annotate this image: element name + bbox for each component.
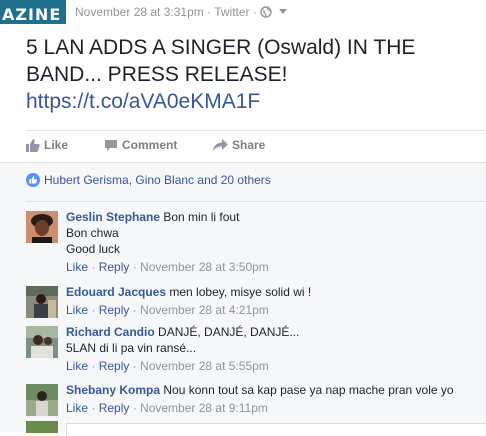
comment-footer: Like · Reply · November 28 at 5:55pm (66, 359, 269, 373)
caret-down-icon[interactable] (278, 9, 287, 14)
like-button[interactable]: Like (26, 138, 68, 152)
comment-like-link[interactable]: Like (66, 401, 88, 415)
comment-text: 5LAN di li pa vin ransé... (66, 341, 197, 355)
comment-text: Bon chwa (66, 226, 119, 240)
globe-icon[interactable] (260, 6, 272, 18)
comment-reply-link[interactable]: Reply (99, 303, 130, 317)
comment-timestamp[interactable]: November 28 at 4:21pm (140, 303, 269, 317)
share-arrow-icon (213, 139, 228, 151)
comment-footer: Like · Reply · November 28 at 3:50pm (66, 260, 269, 274)
comment-timestamp[interactable]: November 28 at 3:50pm (140, 260, 269, 274)
likes-summary-text: Hubert Gerisma, Gino Blanc and 20 others (44, 173, 271, 187)
comment-label: Comment (122, 138, 178, 152)
avatar[interactable] (26, 211, 58, 243)
meta-separator: · (252, 5, 261, 19)
write-comment-input[interactable] (66, 423, 486, 436)
avatar-photo (26, 211, 58, 243)
comment-text: Bon min li fout (163, 210, 240, 224)
post-link[interactable]: https://t.co/aVA0eKMA1F (26, 88, 481, 115)
comment-reply-link[interactable]: Reply (99, 359, 130, 373)
comment-body: Geslin Stephane Bon min li fout Bon chwa… (66, 209, 481, 275)
avatar[interactable] (26, 384, 58, 416)
comment-text: Good luck (66, 242, 121, 256)
comment-body: Edouard Jacques men lobey, misye solid w… (66, 284, 481, 318)
comment-text: men lobey, misye solid wi ! (169, 285, 312, 299)
avatar-photo (26, 326, 58, 358)
share-button[interactable]: Share (213, 138, 265, 152)
comment-author[interactable]: Geslin Stephane (66, 210, 160, 224)
comment-like-link[interactable]: Like (66, 303, 88, 317)
comment-timestamp[interactable]: November 28 at 9:11pm (140, 401, 268, 415)
likes-summary[interactable]: Hubert Gerisma, Gino Blanc and 20 others (26, 173, 271, 187)
page-avatar[interactable]: AZINE (0, 0, 66, 24)
comment-footer: Like · Reply · November 28 at 4:21pm (66, 303, 269, 317)
avatar-photo (26, 384, 58, 416)
comment-icon (105, 140, 117, 151)
comments-panel: Hubert Gerisma, Gino Blanc and 20 others… (0, 162, 486, 436)
comment-body: Shebany Kompa Nou konn tout sa kap pase … (66, 382, 481, 416)
share-label: Share (232, 138, 266, 152)
comment-text: DANJÉ, DANJÉ, DANJÉ... (158, 325, 300, 339)
post-header: AZINE November 28 at 3:31pm · Twitter · (0, 0, 486, 28)
avatar[interactable] (26, 286, 58, 318)
post-timestamp[interactable]: November 28 at 3:31pm (75, 5, 204, 19)
comment-timestamp[interactable]: November 28 at 5:55pm (140, 359, 269, 373)
post-source: Twitter (214, 5, 250, 19)
page-avatar-text: AZINE (2, 5, 62, 24)
post-meta: November 28 at 3:31pm · Twitter · (75, 5, 287, 19)
comment-like-link[interactable]: Like (66, 260, 88, 274)
comment-like-link[interactable]: Like (66, 359, 88, 373)
comment-text: Nou konn tout sa kap pase ya nap mache p… (163, 383, 454, 397)
post-body: 5 LAN ADDS A SINGER (Oswald) IN THE BAND… (26, 34, 481, 115)
divider (26, 130, 486, 131)
current-user-avatar (26, 421, 58, 433)
divider (26, 201, 486, 202)
comment-reply-link[interactable]: Reply (99, 401, 130, 415)
like-label: Like (44, 138, 69, 152)
avatar-photo (26, 286, 58, 318)
comment-reply-link[interactable]: Reply (99, 260, 130, 274)
comment-author[interactable]: Edouard Jacques (66, 285, 166, 299)
post-text: 5 LAN ADDS A SINGER (Oswald) IN THE BAND… (26, 36, 416, 86)
avatar[interactable] (26, 326, 58, 358)
comment-button[interactable]: Comment (104, 138, 177, 152)
comment-body: Richard Candio DANJÉ, DANJÉ, DANJÉ... 5L… (66, 324, 481, 374)
thumbs-up-icon (26, 139, 40, 152)
comment-author[interactable]: Richard Candio (66, 325, 155, 339)
comment-footer: Like · Reply · November 28 at 9:11pm (66, 401, 268, 415)
comment-author[interactable]: Shebany Kompa (66, 383, 160, 397)
like-badge-icon (26, 173, 40, 187)
